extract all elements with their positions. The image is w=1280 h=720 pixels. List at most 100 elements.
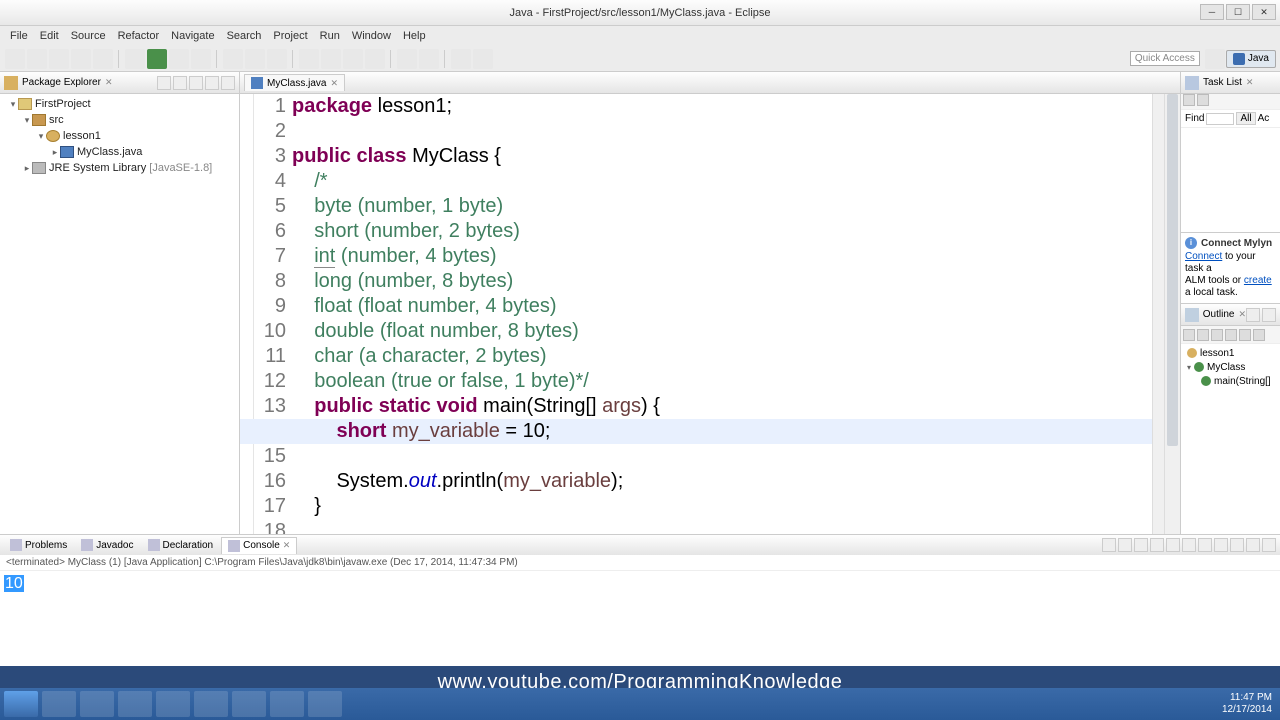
remove-all-button[interactable]	[1150, 538, 1164, 552]
vertical-scrollbar[interactable]	[1164, 94, 1180, 534]
toolbar-button[interactable]	[93, 49, 113, 69]
back-button[interactable]	[451, 49, 471, 69]
toolbar-button[interactable]	[1211, 329, 1223, 341]
menu-navigate[interactable]: Navigate	[165, 30, 220, 42]
menu-window[interactable]: Window	[346, 30, 397, 42]
firefox-button[interactable]	[232, 691, 266, 717]
view-menu-button[interactable]	[189, 76, 203, 90]
link-editor-button[interactable]	[173, 76, 187, 90]
display-console-button[interactable]	[1214, 538, 1228, 552]
close-icon[interactable]: ✕	[1246, 77, 1254, 88]
toolbar-button[interactable]	[1253, 329, 1265, 341]
toolbar-button[interactable]	[5, 49, 25, 69]
toolbar-button[interactable]	[343, 49, 363, 69]
close-icon[interactable]: ✕	[1238, 309, 1246, 320]
explorer-button[interactable]	[80, 691, 114, 717]
menu-source[interactable]: Source	[65, 30, 112, 42]
toolbar-button[interactable]	[169, 49, 189, 69]
console-button[interactable]	[1102, 538, 1116, 552]
minimize-view-button[interactable]	[1246, 308, 1260, 322]
tree-file[interactable]: ▸MyClass.java	[4, 144, 235, 160]
task-list-tab[interactable]: Task List ✕	[1181, 72, 1280, 94]
java-perspective-button[interactable]: Java	[1226, 50, 1276, 68]
eclipse-button[interactable]	[308, 691, 342, 717]
start-button[interactable]	[4, 691, 38, 717]
outline-tab[interactable]: Outline ✕	[1181, 304, 1280, 326]
toolbar-button[interactable]	[419, 49, 439, 69]
toolbar-button[interactable]	[267, 49, 287, 69]
package-explorer-tab[interactable]: Package Explorer ✕	[0, 72, 239, 94]
close-tab-icon[interactable]: ✕	[283, 540, 291, 551]
clear-console-button[interactable]	[1182, 538, 1196, 552]
tree-package[interactable]: ▾lesson1	[4, 128, 235, 144]
tree-src[interactable]: ▾src	[4, 112, 235, 128]
new-package-button[interactable]	[223, 49, 243, 69]
toolbar-button[interactable]	[1197, 329, 1209, 341]
toolbar-button[interactable]	[321, 49, 341, 69]
toolbar-button[interactable]	[1197, 94, 1209, 106]
run-button[interactable]	[147, 49, 167, 69]
menu-project[interactable]: Project	[267, 30, 313, 42]
chrome-button[interactable]	[270, 691, 304, 717]
menu-file[interactable]: File	[4, 30, 34, 42]
toolbar-button[interactable]	[1183, 329, 1195, 341]
scroll-lock-button[interactable]	[1166, 538, 1180, 552]
maximize-view-button[interactable]	[1262, 308, 1276, 322]
app-button[interactable]	[156, 691, 190, 717]
minimize-view-button[interactable]	[205, 76, 219, 90]
save-button[interactable]	[49, 49, 69, 69]
menu-search[interactable]: Search	[221, 30, 268, 42]
close-button[interactable]: ✕	[1252, 4, 1276, 20]
editor-tab[interactable]: MyClass.java ✕	[244, 74, 345, 91]
code-editor[interactable]: 123456789101112131415161718 package less…	[240, 94, 1180, 534]
menu-help[interactable]: Help	[397, 30, 432, 42]
toolbar-button[interactable]	[397, 49, 417, 69]
toolbar-button[interactable]	[191, 49, 211, 69]
create-link[interactable]: create	[1244, 275, 1272, 286]
find-input[interactable]	[1206, 113, 1234, 125]
menu-edit[interactable]: Edit	[34, 30, 65, 42]
toolbar-button[interactable]	[365, 49, 385, 69]
toolbar-button[interactable]	[1239, 329, 1251, 341]
ie-button[interactable]	[42, 691, 76, 717]
maximize-button[interactable]	[1262, 538, 1276, 552]
outline-method[interactable]: main(String[]	[1183, 374, 1278, 388]
pin-console-button[interactable]	[1198, 538, 1212, 552]
console-tab[interactable]: Console✕	[221, 537, 297, 554]
menu-run[interactable]: Run	[314, 30, 346, 42]
outline-package[interactable]: lesson1	[1183, 346, 1278, 360]
close-icon[interactable]: ✕	[105, 77, 113, 88]
maximize-view-button[interactable]	[221, 76, 235, 90]
problems-tab[interactable]: Problems	[4, 537, 73, 553]
javadoc-tab[interactable]: Javadoc	[75, 537, 139, 553]
toolbar-button[interactable]	[27, 49, 47, 69]
toolbar-button[interactable]	[1225, 329, 1237, 341]
menu-refactor[interactable]: Refactor	[112, 30, 166, 42]
system-tray[interactable]: 11:47 PM12/17/2014	[1216, 692, 1278, 716]
forward-button[interactable]	[473, 49, 493, 69]
collapse-all-button[interactable]	[157, 76, 171, 90]
filter-activate-button[interactable]: Ac	[1258, 113, 1270, 124]
excel-button[interactable]	[118, 691, 152, 717]
app-button[interactable]	[194, 691, 228, 717]
tree-jre[interactable]: ▸JRE System Library [JavaSE-1.8]	[4, 160, 235, 176]
minimize-button[interactable]: ─	[1200, 4, 1224, 20]
close-tab-icon[interactable]: ✕	[330, 78, 338, 89]
save-all-button[interactable]	[71, 49, 91, 69]
open-console-button[interactable]	[1230, 538, 1244, 552]
console-button[interactable]	[1118, 538, 1132, 552]
quick-access-input[interactable]: Quick Access	[1130, 51, 1200, 66]
maximize-button[interactable]: ☐	[1226, 4, 1250, 20]
new-class-button[interactable]	[245, 49, 265, 69]
filter-all-button[interactable]: All	[1236, 112, 1255, 125]
debug-button[interactable]	[125, 49, 145, 69]
toolbar-button[interactable]	[1183, 94, 1195, 106]
outline-class[interactable]: ▾MyClass	[1183, 360, 1278, 374]
tree-project[interactable]: ▾FirstProject	[4, 96, 235, 112]
declaration-tab[interactable]: Declaration	[142, 537, 220, 553]
open-perspective-button[interactable]	[1205, 49, 1225, 69]
toolbar-button[interactable]	[299, 49, 319, 69]
connect-link[interactable]: Connect	[1185, 251, 1222, 262]
remove-launch-button[interactable]	[1134, 538, 1148, 552]
minimize-button[interactable]	[1246, 538, 1260, 552]
